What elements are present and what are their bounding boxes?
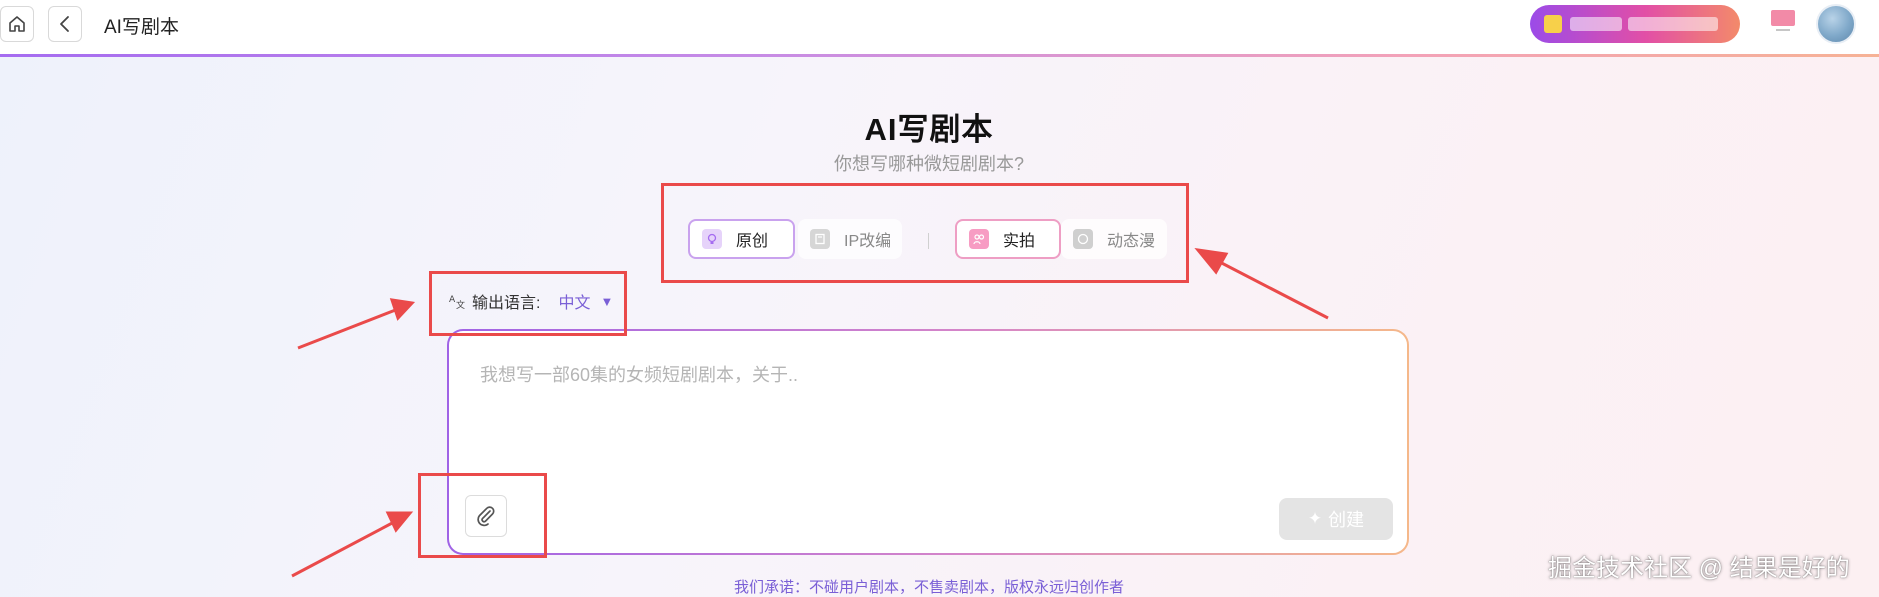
page-subtitle: 你想写哪种微短剧剧本? xyxy=(833,154,1024,174)
topbar-gradient-divider xyxy=(0,54,1879,57)
screen-icon[interactable] xyxy=(1768,8,1798,34)
home-button[interactable] xyxy=(0,6,34,42)
prompt-input-placeholder[interactable]: 我想写一部60集的女频短剧剧本，关于.. xyxy=(480,361,798,387)
annotation-arrowhead xyxy=(385,511,414,533)
top-bar: AI写剧本 xyxy=(0,0,1879,55)
page-title: AI写剧本 xyxy=(864,112,994,147)
promo-banner[interactable] xyxy=(1530,5,1740,43)
avatar[interactable] xyxy=(1816,4,1856,44)
annotation-box-attach xyxy=(418,473,547,558)
annotation-arrow-language xyxy=(297,307,399,350)
chevron-left-icon xyxy=(60,16,69,32)
create-button-label: 创建 xyxy=(1328,510,1365,530)
prompt-input-area[interactable]: 我想写一部60集的女频短剧剧本，关于.. ✦ 创建 xyxy=(449,331,1407,553)
promo-text-blurred xyxy=(1570,17,1622,31)
back-button[interactable] xyxy=(48,6,82,42)
annotation-arrowhead xyxy=(1194,247,1229,275)
annotation-box-language xyxy=(429,271,627,336)
create-button[interactable]: ✦ 创建 xyxy=(1279,498,1393,540)
promo-icon xyxy=(1544,15,1562,33)
annotation-arrowhead xyxy=(389,298,416,321)
prompt-input-card: 我想写一部60集的女频短剧剧本，关于.. ✦ 创建 xyxy=(447,329,1409,555)
annotation-box-types xyxy=(661,183,1189,283)
promo-text-blurred xyxy=(1628,17,1718,31)
app-title: AI写剧本 xyxy=(104,17,179,38)
annotation-arrow-attach xyxy=(291,519,397,578)
sparkle-icon: ✦ xyxy=(1307,509,1323,528)
home-icon xyxy=(9,16,25,32)
annotation-arrow-types xyxy=(1211,256,1329,320)
watermark: 掘金技术社区 @ 结果是好的 xyxy=(1548,555,1850,582)
